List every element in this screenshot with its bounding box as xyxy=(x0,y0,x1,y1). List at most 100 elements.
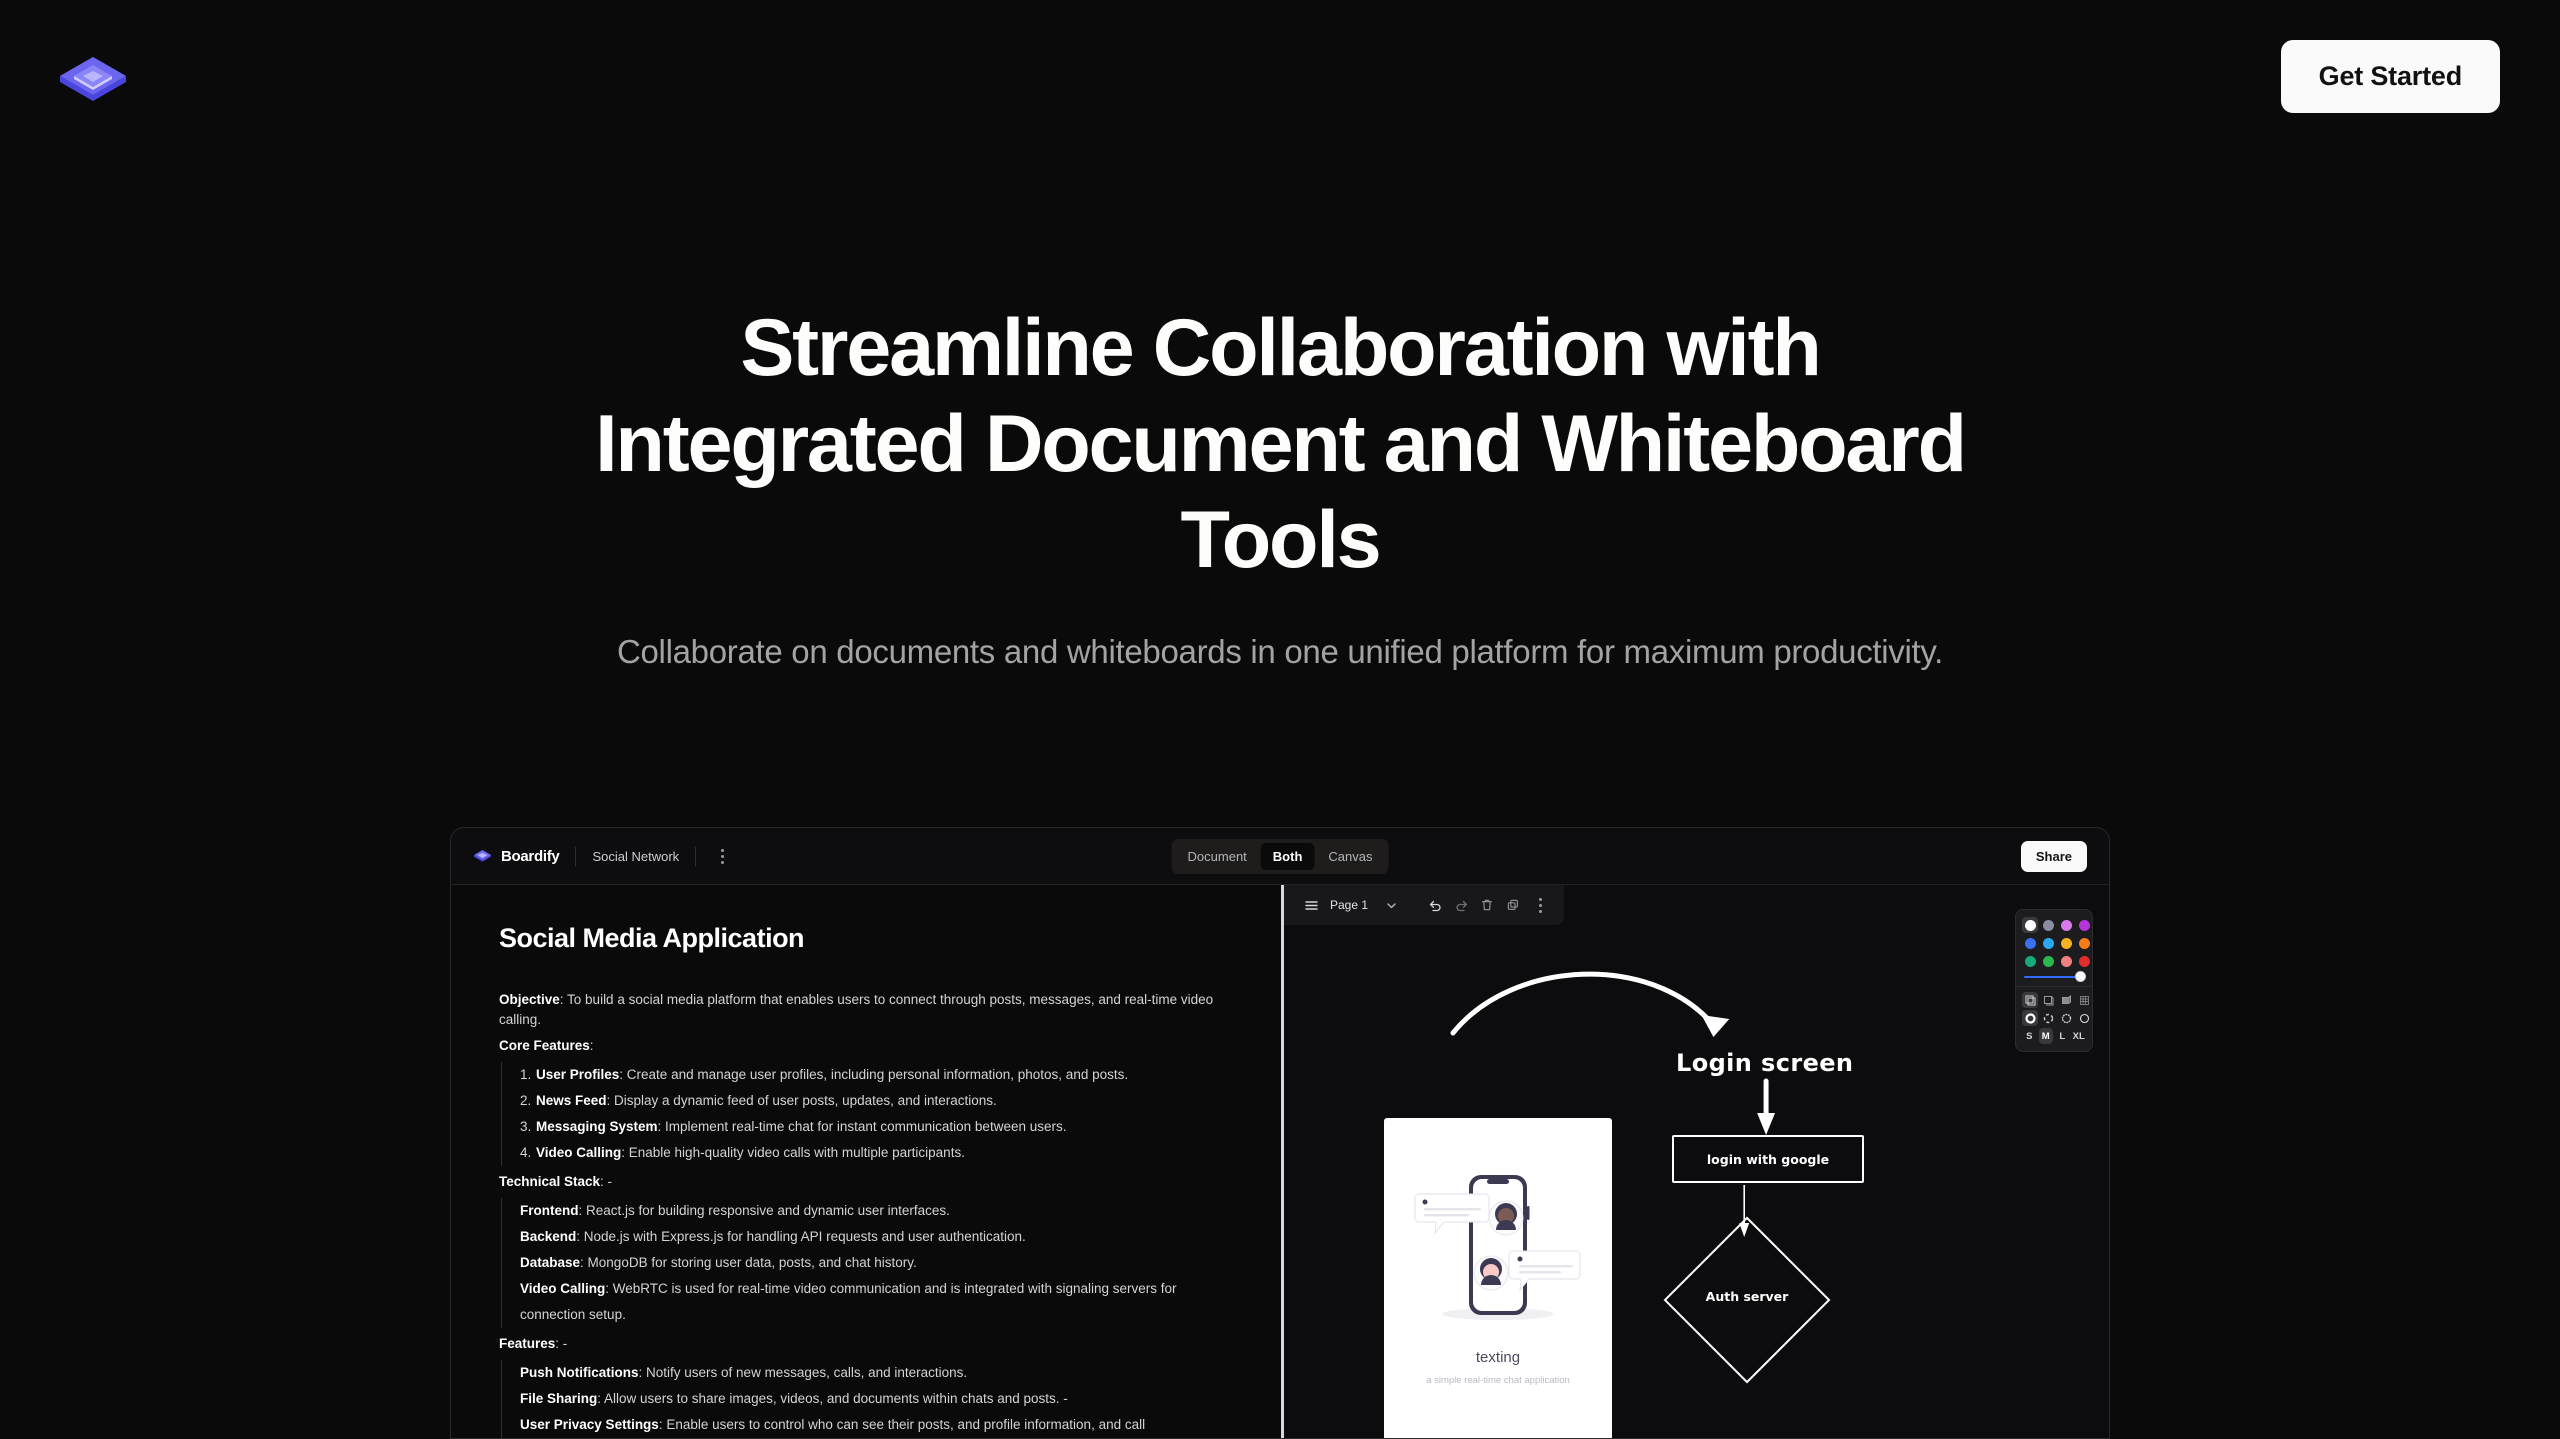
swatch-dot xyxy=(2024,937,2036,949)
app-brand[interactable]: Boardify xyxy=(473,847,560,866)
list-term: User Profiles xyxy=(536,1067,620,1082)
redo-icon[interactable] xyxy=(1448,892,1474,918)
list-desc: : Create and manage user profiles, inclu… xyxy=(619,1067,1129,1082)
color-swatch[interactable] xyxy=(2022,953,2038,969)
color-swatch[interactable] xyxy=(2040,935,2056,951)
list-desc: : Display a dynamic feed of user posts, … xyxy=(606,1093,997,1108)
list-item: File Sharing: Allow users to share image… xyxy=(501,1386,1243,1412)
color-swatch[interactable] xyxy=(2058,953,2074,969)
view-mode-tabs: Document Both Canvas xyxy=(1171,838,1389,874)
color-swatch[interactable] xyxy=(2076,935,2092,951)
divider xyxy=(695,846,697,866)
size-option-xl[interactable]: XL xyxy=(2072,1028,2087,1044)
list-item: Database: MongoDB for storing user data,… xyxy=(501,1250,1243,1276)
thin-stroke-icon[interactable] xyxy=(2076,1010,2092,1026)
divider xyxy=(2016,986,2092,987)
trash-icon[interactable] xyxy=(1474,892,1500,918)
layers-logo-icon[interactable] xyxy=(56,45,130,119)
document-panel[interactable]: Social Media Application Objective: To b… xyxy=(451,885,1281,1438)
kebab-menu-icon[interactable] xyxy=(1530,895,1550,915)
swatch-dot xyxy=(2060,955,2072,967)
color-swatch[interactable] xyxy=(2076,917,2092,933)
list-item: 4. Video Calling: Enable high-quality vid… xyxy=(501,1140,1243,1166)
list-item: User Privacy Settings: Enable users to c… xyxy=(501,1412,1243,1438)
list-item: 3. Messaging System: Implement real-time … xyxy=(501,1114,1243,1140)
size-option-s[interactable]: S xyxy=(2022,1028,2037,1044)
tech-stack-suffix: : - xyxy=(600,1174,613,1189)
tab-canvas[interactable]: Canvas xyxy=(1316,843,1384,870)
size-option-m[interactable]: M xyxy=(2038,1028,2053,1044)
color-swatch[interactable] xyxy=(2076,953,2092,969)
list-desc: : MongoDB for storing user data, posts, … xyxy=(580,1255,917,1270)
list-term: Video Calling xyxy=(536,1145,622,1160)
color-swatch[interactable] xyxy=(2022,917,2038,933)
copy-icon[interactable] xyxy=(1500,892,1526,918)
core-features-label: Core Features xyxy=(499,1038,590,1053)
list-item: 2. News Feed: Display a dynamic feed of u… xyxy=(501,1088,1243,1114)
core-features-list: 1. User Profiles: Create and manage user … xyxy=(499,1062,1243,1166)
objective-text: : To build a social media platform that … xyxy=(499,992,1214,1027)
solid-fill-icon[interactable] xyxy=(2058,992,2074,1008)
dotted-stroke-icon[interactable] xyxy=(2058,1010,2074,1026)
canvas-panel[interactable]: Page 1 texting a simple real-time chat a… xyxy=(1284,885,2109,1438)
flow-box-login-google[interactable]: login with google xyxy=(1672,1135,1864,1183)
illustration-subcaption: a simple real-time chat application xyxy=(1426,1375,1570,1386)
list-desc: : WebRTC is used for real-time video com… xyxy=(520,1281,1177,1322)
outline-fill-icon[interactable] xyxy=(2040,992,2056,1008)
size-option-l[interactable]: L xyxy=(2055,1028,2070,1044)
app-body: Social Media Application Objective: To b… xyxy=(451,885,2109,1438)
list-number: 2. xyxy=(520,1093,532,1108)
canvas-toolbar: Page 1 xyxy=(1284,885,1565,925)
page-title: Streamline Collaboration with Integrated… xyxy=(595,303,1967,585)
illustration-card[interactable]: texting a simple real-time chat applicat… xyxy=(1384,1118,1612,1438)
tech-stack-label: Technical Stack xyxy=(499,1174,601,1189)
color-swatch[interactable] xyxy=(2058,935,2074,951)
list-term: Frontend xyxy=(520,1203,579,1218)
features-heading: Features: - xyxy=(499,1334,1243,1354)
page-label[interactable]: Page 1 xyxy=(1330,898,1368,912)
list-term: News Feed xyxy=(536,1093,607,1108)
kebab-menu-icon[interactable] xyxy=(712,846,732,866)
get-started-button[interactable]: Get Started xyxy=(2280,40,2500,113)
swatch-dot xyxy=(2078,919,2090,931)
flow-title-label: Login screen xyxy=(1676,1049,1854,1077)
hatch-fill-icon[interactable] xyxy=(2076,992,2092,1008)
list-number: 3. xyxy=(520,1119,532,1134)
slider-knob[interactable] xyxy=(2075,971,2086,982)
tech-stack-list: Frontend: React.js for building responsi… xyxy=(499,1198,1243,1328)
app-header: Boardify Social Network Document Both Ca… xyxy=(451,828,2109,885)
solid-stroke-icon[interactable] xyxy=(2022,1010,2038,1026)
hamburger-icon[interactable] xyxy=(1298,892,1324,918)
tab-document[interactable]: Document xyxy=(1176,843,1259,870)
list-number: 1. xyxy=(520,1067,532,1082)
list-item: 1. User Profiles: Create and manage user … xyxy=(501,1062,1243,1088)
app-mockup: Boardify Social Network Document Both Ca… xyxy=(450,827,2110,1439)
color-swatch[interactable] xyxy=(2058,917,2074,933)
list-desc: : Allow users to share images, videos, a… xyxy=(597,1391,1068,1406)
list-term: Messaging System xyxy=(536,1119,658,1134)
color-swatch[interactable] xyxy=(2022,935,2038,951)
color-swatch[interactable] xyxy=(2040,953,2056,969)
color-swatch[interactable] xyxy=(2040,917,2056,933)
undo-icon[interactable] xyxy=(1422,892,1448,918)
swatch-dot xyxy=(2024,955,2036,967)
app-brand-name: Boardify xyxy=(501,847,560,865)
swatch-dot xyxy=(2078,955,2090,967)
dashed-stroke-icon[interactable] xyxy=(2040,1010,2056,1026)
document-title: Social Network xyxy=(592,848,680,864)
illustration-caption: texting xyxy=(1475,1349,1521,1366)
swatch-dot xyxy=(2060,937,2072,949)
size-selector: S M L XL xyxy=(2022,1028,2086,1044)
transparent-fill-icon[interactable] xyxy=(2022,992,2038,1008)
top-navbar: Get Started xyxy=(0,0,2560,158)
tab-both[interactable]: Both xyxy=(1260,842,1315,870)
document-heading: Social Media Application xyxy=(499,923,805,953)
texting-illustration xyxy=(1414,1175,1581,1320)
style-palette: S M L XL xyxy=(2015,909,2093,1052)
core-features-suffix: : xyxy=(589,1038,594,1053)
list-term: Backend xyxy=(520,1229,577,1244)
list-desc: : Implement real-time chat for instant c… xyxy=(657,1119,1067,1134)
share-button[interactable]: Share xyxy=(2020,840,2087,872)
chevron-down-icon[interactable] xyxy=(1378,892,1404,918)
opacity-slider[interactable] xyxy=(2022,969,2086,984)
